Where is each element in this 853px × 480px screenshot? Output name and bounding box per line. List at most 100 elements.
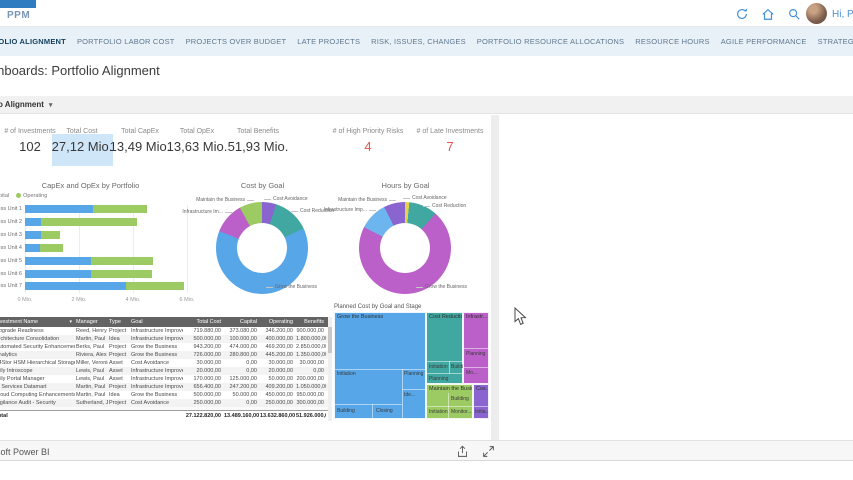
tab-portfolio-alignment[interactable]: PORTFOLIO ALIGNMENT — [0, 37, 66, 46]
tab-late-projects[interactable]: LATE PROJECTS — [297, 37, 360, 46]
search-icon[interactable] — [787, 7, 801, 21]
treemap-group-label: Maintain the Busin... — [429, 386, 472, 392]
bar-row[interactable] — [25, 282, 185, 290]
table-header-capital[interactable]: Capital — [223, 317, 259, 327]
avatar[interactable] — [806, 3, 827, 24]
tab-resource-hours[interactable]: RESOURCE HOURS — [635, 37, 709, 46]
table-total-row: Total 27.122.820,0013.489.160,0013.632.86… — [0, 410, 332, 421]
bar-row[interactable] — [25, 218, 138, 226]
table-row[interactable]: Analytics Riviera, AlexProject Grow the Bu… — [0, 351, 332, 359]
tab-strategic-outcomes[interactable]: STRATEGIC OUTCOMES — [818, 37, 853, 46]
table-cell: Martin, Paul — [76, 392, 106, 398]
table-row[interactable]: B4Stor HSM Hierarchical Storage ManagerM… — [0, 359, 332, 367]
treemap-cell-grow-the-business[interactable] — [334, 312, 426, 419]
refresh-icon[interactable] — [735, 7, 749, 21]
treemap-divider — [463, 367, 489, 368]
share-icon[interactable] — [456, 445, 469, 458]
table-total-cell: 13.489.160,00 — [224, 413, 259, 419]
tab-portfolio-labor-cost[interactable]: PORTFOLIO LABOR COST — [77, 37, 175, 46]
kpi-of-investments[interactable]: # of Investments 102 — [4, 128, 55, 154]
kpi-total-capex[interactable]: Total CapEx 13,49 Mio. — [110, 128, 171, 154]
kpi-label: Total OpEx — [179, 128, 215, 135]
home-icon[interactable] — [761, 7, 775, 21]
bar-row[interactable] — [25, 270, 152, 278]
fullscreen-icon[interactable] — [482, 445, 495, 458]
donut-label-line — [247, 200, 254, 201]
table-cell: Asset — [109, 368, 123, 374]
bar-row[interactable] — [25, 205, 147, 213]
tab-risk-issues-changes[interactable]: RISK, ISSUES, CHANGES — [371, 37, 466, 46]
table-row[interactable]: Wily Introscope Lewis, Paul Asset Infrastru… — [0, 367, 332, 375]
bar-row[interactable] — [25, 257, 154, 265]
table-header-total-cost[interactable]: Total Cost — [183, 317, 223, 327]
tab-portfolio-resource-allocations[interactable]: PORTFOLIO RESOURCE ALLOCATIONS — [477, 37, 624, 46]
donut-label-line — [266, 287, 273, 288]
table-cell: Upgrade Readiness — [0, 328, 44, 334]
bar-row[interactable] — [25, 231, 61, 239]
table-header-goal[interactable]: Goal — [130, 317, 183, 327]
table-row[interactable]: Architecture Consolidation Martin, Paul Id… — [0, 335, 332, 343]
investments-table[interactable]: Investment Name▾ManagerTypeGoalTotal Cos… — [0, 317, 332, 421]
kpi-total-opex[interactable]: Total OpEx 13,63 Mio. — [167, 128, 228, 154]
treemap-stage-label-planning: Planning — [404, 371, 424, 377]
top-bar: PPM Hi, Peter — [0, 0, 853, 27]
treemap-divider — [463, 348, 489, 349]
kpi-total-cost[interactable]: Total Cost 27,12 Mio. — [52, 128, 113, 154]
table-total-cell — [75, 411, 108, 421]
app-logo[interactable]: PPM — [7, 10, 30, 21]
table-cell: Berks, Paul — [76, 344, 105, 350]
table-cell: Analytics — [0, 352, 18, 358]
table-cell: Cloud Computing Enhancements — [0, 392, 75, 398]
table-row[interactable]: Wily Portal Manager Lewis, Paul Asset Infra… — [0, 375, 332, 383]
kpi-of-late-investments[interactable]: # of Late Investments 7 — [417, 128, 484, 154]
powerbi-brand: Microsoft Power BI — [0, 447, 50, 457]
user-greeting[interactable]: Hi, Peter — [832, 9, 853, 20]
treemap-cost-by-goal-and-stage[interactable]: Grow the Business Initiation Planning Build… — [334, 312, 489, 419]
kpi-value: 27,12 Mio. — [51, 139, 113, 154]
table-row[interactable]: Cloud Computing Enhancements Martin, Paul… — [0, 391, 332, 399]
treemap-stage-label-building: Building — [451, 396, 469, 402]
kpi-value: 51,93 Mio. — [227, 139, 289, 154]
sort-icon: ▾ — [69, 319, 72, 325]
bar-row[interactable] — [25, 244, 63, 252]
table-cell: Idea — [109, 336, 120, 342]
table-row[interactable]: Automated Security EnhancementsBerks, Pa… — [0, 343, 332, 351]
table-cell: 200.000,00 — [296, 376, 324, 382]
donut2-ring — [359, 202, 451, 294]
treemap-divider — [402, 389, 426, 390]
donut-slice-label-grow-the-business: Grow the Business — [425, 284, 467, 290]
table-cell: Wily Portal Manager — [0, 376, 45, 382]
table-row[interactable]: IT Services Datamart Martin, Paul Project I… — [0, 383, 332, 391]
table-header-investment-name[interactable]: Investment Name▾ — [0, 317, 75, 327]
report-scrollbar[interactable] — [491, 115, 499, 461]
table-cell: 30.000,00 — [196, 360, 221, 366]
table-scrollbar-thumb[interactable] — [328, 327, 332, 353]
table-cell: Cost Avoidance — [131, 360, 170, 366]
table-cell: Infrastructure Improvement — [131, 384, 183, 390]
table-header-operating[interactable]: Operating — [259, 317, 295, 327]
table-cell: 409.200,00 — [265, 384, 293, 390]
table-total-cell: 51.926.000,00 — [296, 413, 326, 419]
kpi-of-high-priority-risks[interactable]: # of High Priority Risks 4 — [333, 128, 404, 154]
table-row[interactable]: Upgrade Readiness Reed, HenryProject Infra… — [0, 327, 332, 335]
donut-slice-label-grow-the-business: Grow the Business — [275, 284, 317, 290]
tab-agile-performance[interactable]: AGILE PERFORMANCE — [721, 37, 807, 46]
table-header-type[interactable]: Type — [108, 317, 130, 327]
bar-chart-capex-opex[interactable]: CapEx and OpEx by Portfolio Capital Opera… — [0, 181, 203, 307]
dashboard-selector[interactable]: Portfolio Alignment ▾ — [0, 100, 52, 109]
bar-x-tick: 0 Mio. — [17, 297, 33, 303]
bar-gridline — [187, 205, 188, 293]
table-cell: 373.080,00 — [229, 328, 257, 334]
table-header-benefits[interactable]: Benefits — [295, 317, 326, 327]
donut-label-line — [369, 210, 376, 211]
table-scrollbar[interactable] — [328, 317, 332, 421]
table-header-manager[interactable]: Manager — [75, 317, 108, 327]
table-row[interactable]: Vigilance Audit - Security Sutherland, Jo… — [0, 399, 332, 407]
bar-segment-capital — [25, 282, 127, 290]
kpi-total-benefits[interactable]: Total Benefits 51,93 Mio. — [228, 128, 289, 154]
donut-slice-label-maintain-the-business: Maintain the Business — [196, 197, 245, 203]
tab-projects-over-budget[interactable]: PROJECTS OVER BUDGET — [186, 37, 287, 46]
table-cell: Idea — [109, 392, 120, 398]
bar-segment-capital — [25, 231, 42, 239]
donut-slice-label-cost-avoidance: Cost Avoidance — [412, 195, 447, 201]
